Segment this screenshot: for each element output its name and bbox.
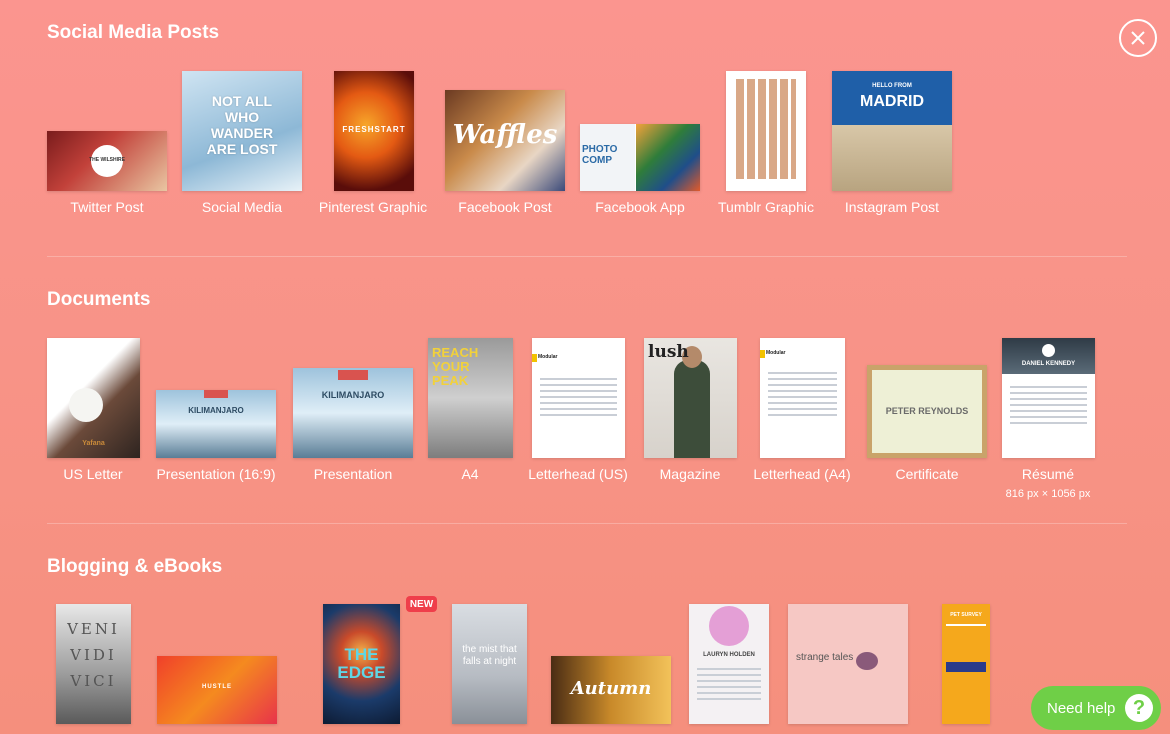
need-help-button[interactable]: Need help ? [1031, 686, 1161, 730]
thumbnail: lush [644, 338, 737, 458]
divider [47, 256, 1127, 257]
question-icon: ? [1125, 694, 1153, 722]
section-title-social: Social Media Posts [47, 22, 220, 43]
thumbnail [726, 71, 806, 191]
thumbnail: PHOTO COMP [580, 124, 700, 191]
thumbnail: REACH YOUR PEAK [428, 338, 513, 458]
need-help-label: Need help [1047, 699, 1116, 717]
template-label: Presentation [313, 466, 393, 482]
thumbnail: the mist that falls at night [452, 604, 527, 724]
thumbnail: FRESHSTART [334, 71, 414, 191]
thumbnail: KILIMANJARO [156, 390, 276, 458]
thumbnail: KILIMANJARO [293, 368, 413, 458]
template-label: Résumé [1021, 466, 1075, 482]
thumbnail: PET SURVEY [942, 604, 990, 724]
template-label: Tumblr Graphic [718, 199, 814, 215]
section-title-blogging: Blogging & eBooks [47, 556, 223, 577]
template-dimensions: 816 px × 1056 px [1005, 488, 1091, 500]
thumbnail: LAURYN HOLDEN [689, 604, 769, 724]
template-label: Magazine [659, 466, 721, 482]
template-label: US Letter [63, 466, 123, 482]
thumbnail: THE WILSHIRE [47, 131, 167, 191]
thumbnail: Modular [532, 338, 625, 458]
section-title-documents: Documents [47, 289, 151, 310]
template-label: Letterhead (A4) [753, 466, 851, 482]
thumbnail: Waffles [445, 90, 565, 191]
thumbnail: THE EDGE [323, 604, 400, 724]
close-button[interactable] [1119, 19, 1157, 57]
divider [47, 523, 1127, 524]
thumbnail: VENI VIDI VICI [56, 604, 131, 724]
thumbnail: NOT ALL WHO WANDER ARE LOST [182, 71, 302, 191]
template-label: Presentation (16:9) [156, 466, 276, 482]
thumbnail: Modular [760, 338, 845, 458]
close-icon [1131, 31, 1145, 45]
template-label: A4 [461, 466, 479, 482]
template-label: Instagram Post [844, 199, 940, 215]
template-label: Certificate [895, 466, 959, 482]
thumbnail: PETER REYNOLDS [867, 365, 987, 458]
thumbnail: HELLO FROM MADRID [832, 71, 952, 191]
new-badge: NEW [406, 596, 437, 612]
thumbnail: Yafana [47, 338, 140, 458]
template-label: Social Media [201, 199, 283, 215]
template-label: Pinterest Graphic [318, 199, 428, 215]
thumbnail: Autumn [551, 656, 671, 724]
template-label: Facebook App [595, 199, 685, 215]
template-label: Twitter Post [70, 199, 144, 215]
thumbnail: DANIEL KENNEDY [1002, 338, 1095, 458]
template-label: Facebook Post [458, 199, 552, 215]
thumbnail: HUSTLE [157, 656, 277, 724]
thumbnail: strange tales [788, 604, 908, 724]
template-label: Letterhead (US) [528, 466, 628, 482]
